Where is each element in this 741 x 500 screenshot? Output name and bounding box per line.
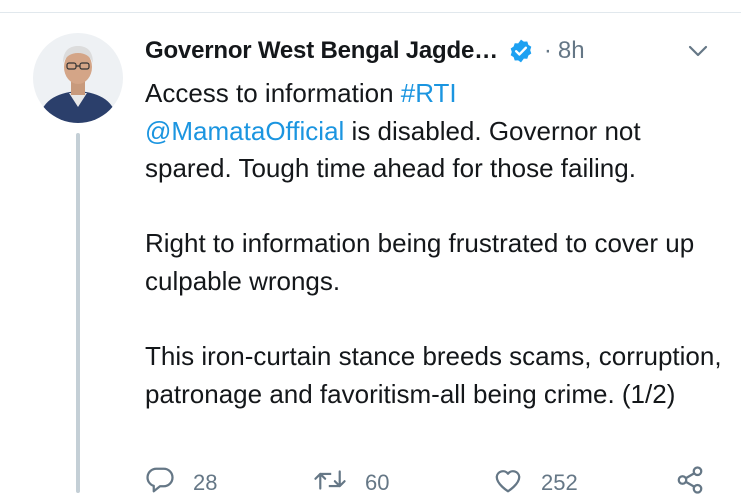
mention-link[interactable]: @MamataOfficial (145, 116, 344, 146)
share-button[interactable] (675, 466, 705, 500)
top-divider (0, 12, 741, 13)
hashtag-link[interactable]: #RTI (401, 78, 457, 108)
tweet-timestamp[interactable]: 8h (558, 37, 585, 65)
reply-icon (145, 466, 175, 500)
retweet-count: 60 (365, 470, 390, 495)
verified-badge-icon (508, 38, 534, 64)
time-separator: · (543, 37, 552, 64)
tweet-text: Access to information #RTI @MamataOffici… (145, 75, 725, 413)
thread-connector-line (76, 133, 80, 493)
retweet-icon (313, 466, 347, 500)
like-count: 252 (541, 470, 578, 495)
reply-button[interactable]: 28 (145, 466, 217, 500)
retweet-button[interactable]: 60 (313, 466, 389, 500)
tweet-header: Governor West Bengal Jagde… · 8h (145, 33, 585, 69)
tweet-text-intro: Access to information (145, 78, 401, 108)
tweet-paragraph-3: This iron-curtain stance breeds scams, c… (145, 341, 722, 409)
avatar[interactable] (33, 33, 123, 123)
tweet-actions: 28 60 252 (145, 466, 725, 496)
chevron-down-icon[interactable] (683, 36, 713, 66)
author-name[interactable]: Governor West Bengal Jagde… (145, 37, 498, 65)
share-icon (675, 466, 705, 500)
reply-count: 28 (193, 470, 218, 495)
like-button[interactable]: 252 (493, 466, 578, 500)
tweet-paragraph-2: Right to information being frustrated to… (145, 228, 695, 296)
tweet-paragraph-1: Access to information #RTI @MamataOffici… (145, 75, 725, 188)
like-icon (493, 466, 523, 500)
avatar-image (33, 33, 123, 123)
